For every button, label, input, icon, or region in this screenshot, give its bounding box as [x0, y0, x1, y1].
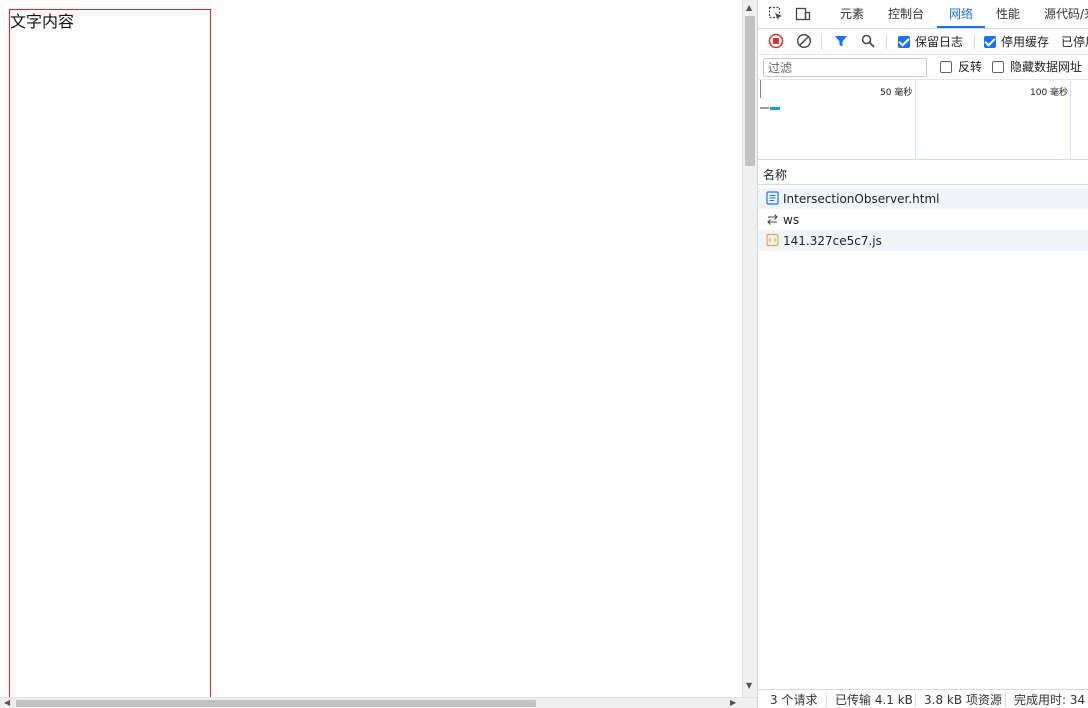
network-status-bar: 3 个请求 已传输 4.1 kB 3.8 kB 项资源 完成用时: 34	[758, 689, 1088, 708]
filter-input[interactable]	[763, 58, 927, 77]
scroll-down-arrow-icon[interactable]: ▼	[746, 682, 752, 690]
scroll-left-arrow-icon[interactable]: ◀	[4, 698, 10, 708]
transferred-size: 已传输 4.1 kB	[835, 693, 913, 707]
timeline-tick-label: 50 毫秒	[880, 88, 913, 98]
page-vertical-scrollbar[interactable]: ▲ ▼	[742, 0, 757, 697]
document-icon	[766, 191, 779, 205]
tab-console[interactable]: 控制台	[888, 0, 924, 29]
timeline-request-bar	[760, 107, 769, 109]
active-tab-indicator	[937, 26, 985, 28]
timeline-start-marker	[760, 80, 761, 98]
invert-label[interactable]: 反转	[958, 60, 982, 74]
request-list: IntersectionObserver.html ws 141.327ce5c…	[758, 186, 1088, 689]
status-divider	[1005, 693, 1006, 707]
tab-network[interactable]: 网络	[949, 0, 973, 29]
devtools-tab-bar: 元素 控制台 网络 性能 源代码/来源	[758, 0, 1088, 29]
record-stop-icon[interactable]	[768, 33, 784, 49]
disable-cache-label[interactable]: 停用缓存	[1001, 35, 1049, 49]
invert-checkbox[interactable]	[940, 61, 952, 73]
network-overview-timeline[interactable]: 50 毫秒 100 毫秒	[758, 80, 1088, 160]
vertical-scroll-thumb[interactable]	[745, 16, 755, 166]
tab-performance[interactable]: 性能	[996, 0, 1020, 29]
tab-sources[interactable]: 源代码/来源	[1044, 0, 1088, 29]
timeline-gridline	[1070, 80, 1071, 160]
finish-time: 完成用时: 34	[1014, 693, 1086, 707]
filter-icon[interactable]	[834, 34, 848, 48]
toolbar-divider	[821, 34, 822, 50]
page-viewport: 文字内容	[0, 0, 742, 697]
request-list-header[interactable]: 名称	[758, 161, 1088, 185]
inspect-element-icon[interactable]	[768, 6, 784, 22]
network-toolbar: 保留日志 停用缓存 已停用节流	[758, 29, 1088, 55]
disable-cache-checkbox[interactable]	[984, 36, 996, 48]
request-count: 3 个请求	[770, 693, 818, 707]
request-name[interactable]: 141.327ce5c7.js	[783, 234, 882, 248]
throttling-select[interactable]: 已停用节流	[1061, 35, 1088, 49]
browser-window: 文字内容 ▲ ▼ ◀ ▶ 元素 控制台 网络 性能 源代码/来源	[0, 0, 1088, 708]
scroll-up-arrow-icon[interactable]: ▲	[746, 4, 752, 12]
request-name[interactable]: IntersectionObserver.html	[783, 192, 939, 206]
request-row[interactable]: IntersectionObserver.html	[758, 188, 1088, 209]
devtools-panel: 元素 控制台 网络 性能 源代码/来源	[757, 0, 1088, 708]
timeline-request-bar	[770, 107, 780, 110]
device-toolbar-icon[interactable]	[795, 6, 811, 22]
request-row[interactable]: 141.327ce5c7.js	[758, 230, 1088, 251]
horizontal-scroll-thumb[interactable]	[16, 700, 536, 707]
status-divider	[826, 693, 827, 707]
name-column-header[interactable]: 名称	[763, 166, 787, 183]
toolbar-divider	[974, 34, 975, 50]
page-horizontal-scrollbar[interactable]: ◀ ▶	[0, 697, 757, 708]
scroll-right-arrow-icon[interactable]: ▶	[730, 698, 736, 708]
toolbar-divider	[886, 34, 887, 50]
preserve-log-checkbox[interactable]	[898, 36, 910, 48]
tab-elements[interactable]: 元素	[840, 0, 864, 29]
websocket-icon	[767, 214, 778, 225]
timeline-tick-label: 100 毫秒	[1030, 88, 1069, 98]
hide-data-urls-label[interactable]: 隐藏数据网址	[1010, 60, 1082, 74]
clear-icon[interactable]	[796, 33, 812, 49]
content-text: 文字内容	[10, 12, 75, 31]
search-icon[interactable]	[861, 34, 875, 48]
hide-data-urls-checkbox[interactable]	[992, 61, 1004, 73]
preserve-log-label[interactable]: 保留日志	[915, 35, 963, 49]
observed-box: 文字内容	[9, 9, 211, 697]
request-name[interactable]: ws	[783, 213, 799, 227]
filter-toolbar: 反转 隐藏数据网址	[758, 55, 1088, 80]
script-icon	[766, 233, 779, 247]
resources-size: 3.8 kB 项资源	[924, 693, 1002, 707]
timeline-gridline	[915, 80, 916, 160]
status-divider	[915, 693, 916, 707]
request-row[interactable]: ws	[758, 209, 1088, 230]
